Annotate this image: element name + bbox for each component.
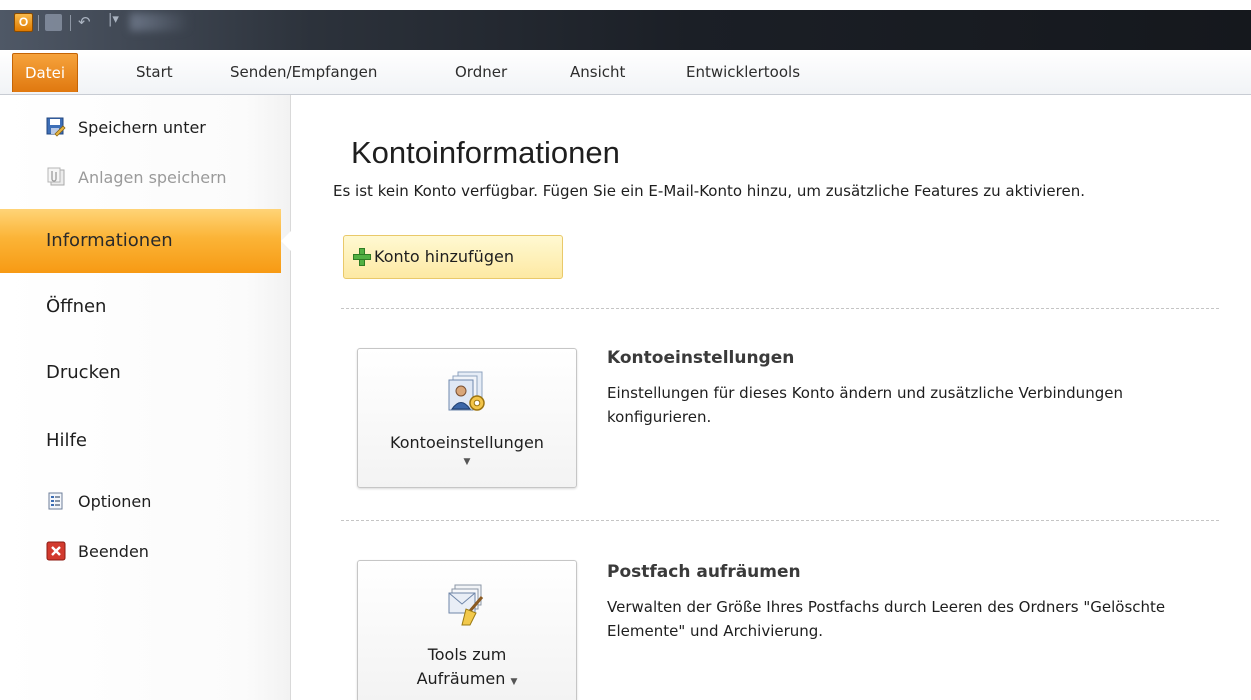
qat-separator — [70, 15, 71, 31]
nav-drucken[interactable]: Drucken — [0, 341, 290, 405]
send-receive-icon[interactable] — [45, 14, 62, 31]
account-settings-button[interactable]: Kontoeinstellungen ▼ — [357, 348, 577, 488]
cleanup-mailbox-description: Verwalten der Größe Ihres Postfachs durc… — [607, 598, 1166, 640]
tab-ordner[interactable]: Ordner — [455, 50, 507, 94]
exit-label: Beenden — [78, 541, 149, 561]
plus-icon — [353, 248, 371, 266]
account-settings-icon — [444, 369, 490, 415]
options-icon — [46, 491, 66, 511]
title-bar: O ↶ |▾ — [0, 0, 1251, 50]
customize-qat-icon[interactable]: |▾ — [108, 12, 119, 27]
chevron-down-icon: ▼ — [463, 457, 471, 467]
tab-start[interactable]: Start — [136, 50, 173, 94]
close-icon — [46, 541, 66, 561]
save-attachments-label: Anlagen speichern — [78, 167, 227, 187]
cleanup-tools-button[interactable]: Tools zum Aufräumen ▼ — [357, 560, 577, 700]
exit-command[interactable]: Beenden — [46, 541, 149, 561]
tab-datei[interactable]: Datei — [12, 53, 78, 92]
tab-entwicklertools[interactable]: Entwicklertools — [686, 50, 800, 94]
options-label: Optionen — [78, 491, 152, 511]
cleanup-mailbox-title: Postfach aufräumen — [607, 562, 801, 582]
add-account-label: Konto hinzufügen — [374, 247, 514, 266]
nav-informationen[interactable]: Informationen — [0, 209, 293, 273]
options-command[interactable]: Optionen — [46, 491, 151, 511]
page-title: Kontoinformationen — [351, 135, 620, 170]
cleanup-tools-icon — [444, 581, 490, 627]
account-settings-description: Einstellungen für dieses Konto ändern un… — [607, 384, 1123, 426]
nav-hilfe[interactable]: Hilfe — [0, 409, 290, 473]
section-divider — [341, 520, 1219, 521]
window-title-blurred — [130, 13, 190, 31]
backstage-navigation: Speichern unter Anlagen speichern Inform… — [0, 95, 293, 700]
tab-senden-empfangen[interactable]: Senden/Empfangen — [230, 50, 377, 94]
outlook-app-icon[interactable]: O — [14, 13, 33, 32]
section-divider — [341, 308, 1219, 309]
account-settings-title: Kontoeinstellungen — [607, 348, 795, 368]
save-as-label: Speichern unter — [78, 117, 206, 137]
cleanup-tools-label-line2: Aufräumen — [416, 669, 506, 688]
qat-separator — [38, 15, 39, 31]
cleanup-tools-label-line1: Tools zum — [427, 645, 507, 664]
tab-ansicht[interactable]: Ansicht — [570, 50, 625, 94]
account-information-panel: Kontoinformationen Es ist kein Konto ver… — [291, 95, 1251, 700]
save-attachments-command: Anlagen speichern — [46, 167, 227, 187]
save-as-icon — [46, 117, 66, 137]
no-account-message: Es ist kein Konto verfügbar. Fügen Sie e… — [333, 182, 1085, 200]
ribbon-tab-bar: Datei Start Senden/Empfangen Ordner Ansi… — [0, 50, 1251, 95]
save-as-command[interactable]: Speichern unter — [46, 117, 206, 137]
chevron-down-icon: ▼ — [510, 677, 518, 687]
account-settings-button-label: Kontoeinstellungen — [390, 433, 544, 452]
undo-icon[interactable]: ↶ — [78, 13, 91, 31]
cleanup-tools-label-line2-wrap: Aufräumen ▼ — [358, 667, 576, 694]
attachments-icon — [46, 167, 66, 187]
nav-oeffnen[interactable]: Öffnen — [0, 275, 290, 339]
add-account-button[interactable]: Konto hinzufügen — [343, 235, 563, 279]
